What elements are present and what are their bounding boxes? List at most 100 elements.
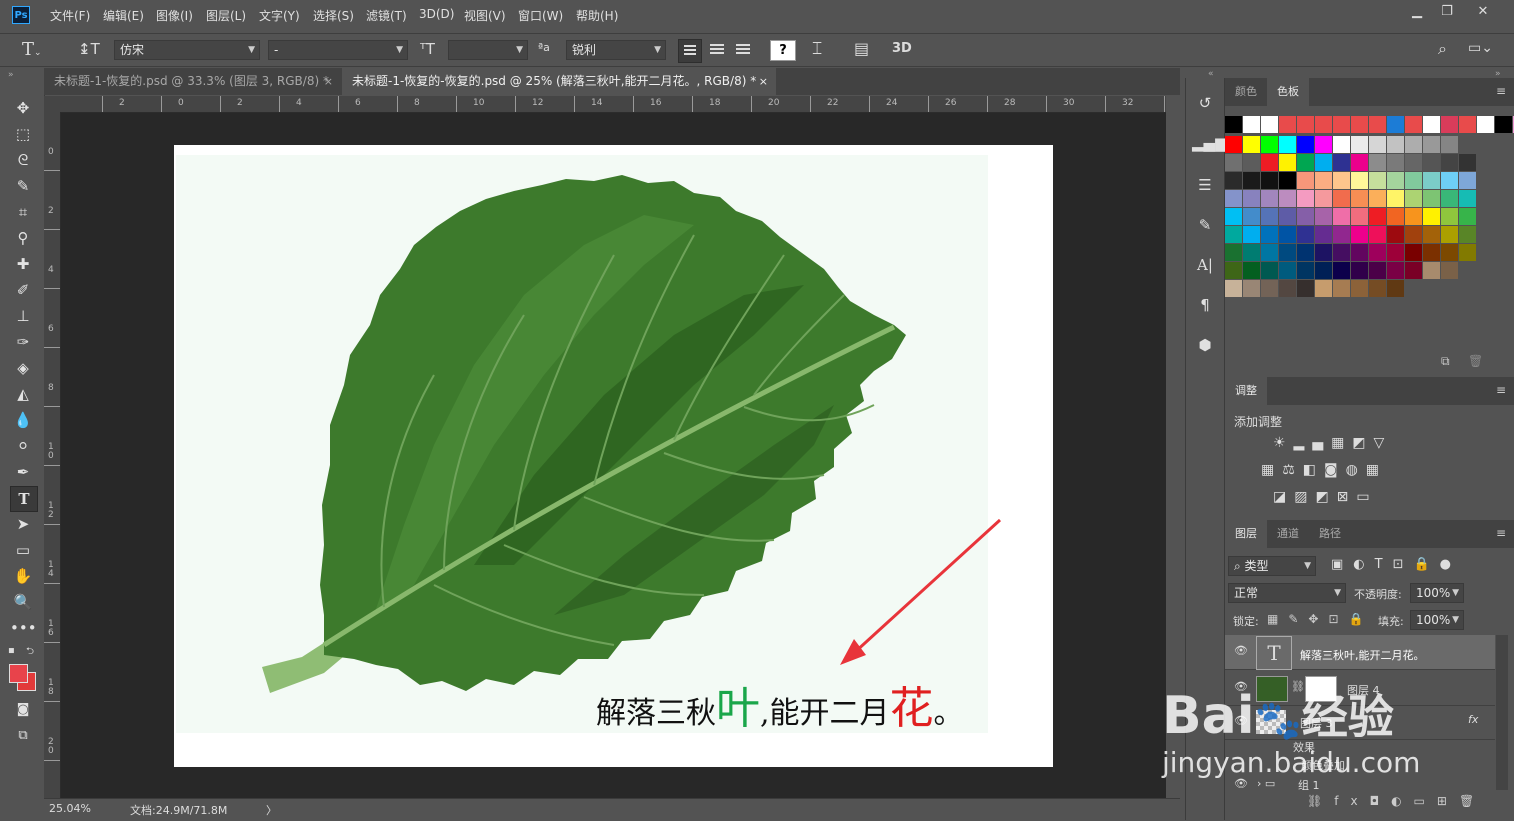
color-swatch[interactable] [1477, 116, 1494, 133]
color-swatch[interactable] [1351, 208, 1368, 225]
color-swatch[interactable] [1405, 116, 1422, 133]
color-swatch[interactable] [1297, 280, 1314, 297]
fill-input[interactable]: 100% ▼ [1410, 610, 1464, 630]
tab-document-2[interactable]: 未标题-1-恢复的-恢复的.psd @ 25% (解落三秋叶,能开二月花。, R… [342, 68, 776, 95]
color-swatch[interactable] [1315, 244, 1332, 261]
history-brush-tool-icon[interactable]: ✑ [10, 330, 36, 354]
layer-filter-icons[interactable]: ▣◐T⊡🔒● [1331, 557, 1461, 572]
font-family-select[interactable]: 仿宋 ▼ [114, 40, 260, 60]
tab-channels[interactable]: 通道 [1267, 520, 1309, 548]
color-swatch[interactable] [1423, 136, 1440, 153]
warp-text-icon[interactable]: ⌶ [812, 39, 822, 59]
color-swatch[interactable] [1369, 226, 1386, 243]
color-swatch[interactable] [1279, 262, 1296, 279]
menu-3d[interactable]: 3D(D) [419, 7, 454, 21]
character-panel-icon[interactable]: ▤ [854, 39, 869, 58]
color-swatch[interactable] [1387, 244, 1404, 261]
brush-settings-icon[interactable]: ✎ [1192, 212, 1218, 238]
color-swatch[interactable] [1387, 280, 1404, 297]
color-swatch[interactable] [1315, 280, 1332, 297]
tab-layers[interactable]: 图层 [1225, 520, 1267, 548]
quick-select-tool-icon[interactable]: ✎ [10, 174, 36, 198]
color-swatch[interactable] [1333, 136, 1350, 153]
color-swatch[interactable] [1333, 208, 1350, 225]
color-swatch[interactable] [1369, 244, 1386, 261]
layers-scrollbar[interactable] [1496, 635, 1508, 790]
paint-bucket-tool-icon[interactable]: ◭ [10, 382, 36, 406]
color-swatch[interactable] [1441, 172, 1458, 189]
color-swatch[interactable] [1297, 244, 1314, 261]
color-swatch[interactable] [1261, 280, 1278, 297]
tab-document-1[interactable]: 未标题-1-恢复的.psd @ 33.3% (图层 3, RGB/8) * × [44, 68, 341, 95]
restore-button[interactable]: ❐ [1434, 3, 1460, 21]
expand-toolbar-icon[interactable]: » [8, 70, 14, 80]
color-swatch[interactable] [1297, 262, 1314, 279]
new-group-icon[interactable]: ▭ [1414, 794, 1437, 808]
font-style-select[interactable]: - ▼ [268, 40, 408, 60]
color-swatch[interactable] [1333, 190, 1350, 207]
zoom-tool-icon[interactable]: 🔍 [10, 590, 36, 614]
close-button[interactable]: ✕ [1470, 3, 1496, 21]
path-selection-tool-icon[interactable]: ➤ [10, 512, 36, 536]
color-swatch[interactable] [1387, 208, 1404, 225]
color-swatch[interactable] [1459, 154, 1476, 171]
color-swatch[interactable] [1279, 280, 1296, 297]
menu-file[interactable]: 文件(F) [50, 7, 90, 24]
color-swatch[interactable] [1315, 226, 1332, 243]
color-swatch[interactable] [1297, 154, 1314, 171]
color-swatch[interactable] [1243, 136, 1260, 153]
minimize-button[interactable]: ▁ [1404, 3, 1430, 21]
color-swatch[interactable] [1441, 136, 1458, 153]
color-swatch[interactable] [1387, 172, 1404, 189]
default-colors-icon[interactable]: ◾ [8, 646, 15, 656]
color-swatch[interactable] [1369, 208, 1386, 225]
color-swatch[interactable] [1243, 208, 1260, 225]
color-swatch[interactable] [1315, 172, 1332, 189]
color-swatch[interactable] [1351, 136, 1368, 153]
text-color-swatch[interactable]: ? [770, 40, 796, 61]
color-swatch[interactable] [1423, 226, 1440, 243]
color-swatch[interactable] [1333, 116, 1350, 133]
color-swatch[interactable] [1387, 116, 1404, 133]
color-swatch[interactable] [1369, 154, 1386, 171]
color-swatch[interactable] [1297, 226, 1314, 243]
color-swatch[interactable] [1261, 262, 1278, 279]
color-swatch[interactable] [1423, 172, 1440, 189]
color-swatch[interactable] [1441, 208, 1458, 225]
menu-help[interactable]: 帮助(H) [576, 7, 618, 24]
histogram-panel-icon[interactable]: ▂▄▆ [1192, 130, 1227, 156]
menu-edit[interactable]: 编辑(E) [103, 7, 144, 24]
color-swatch[interactable] [1225, 226, 1242, 243]
panel-menu-icon[interactable]: ≡ [1496, 84, 1506, 98]
blur-tool-icon[interactable]: 💧 [10, 408, 36, 432]
foreground-color-swatch[interactable] [9, 664, 28, 683]
color-swatch[interactable] [1387, 262, 1404, 279]
color-swatch[interactable] [1333, 244, 1350, 261]
panel-menu-icon[interactable]: ≡ [1496, 383, 1506, 397]
color-swatch[interactable] [1225, 116, 1242, 133]
align-left-button[interactable] [678, 39, 702, 63]
paragraph-panel-icon[interactable]: ¶ [1192, 292, 1218, 318]
color-swatch[interactable] [1297, 190, 1314, 207]
color-swatch[interactable] [1279, 172, 1296, 189]
color-swatch[interactable] [1441, 154, 1458, 171]
color-swatch[interactable] [1351, 172, 1368, 189]
color-swatch[interactable] [1369, 116, 1386, 133]
color-swatch[interactable] [1333, 154, 1350, 171]
menu-type[interactable]: 文字(Y) [259, 7, 300, 24]
color-swatch[interactable] [1243, 280, 1260, 297]
add-style-icon[interactable]: fx [1334, 794, 1369, 808]
color-swatch[interactable] [1441, 244, 1458, 261]
color-swatch[interactable] [1405, 226, 1422, 243]
menu-select[interactable]: 选择(S) [313, 7, 354, 24]
color-swatch[interactable] [1405, 244, 1422, 261]
type-tool-icon[interactable]: T [10, 486, 38, 512]
color-swatch[interactable] [1423, 116, 1440, 133]
crop-tool-icon[interactable]: ⌗ [10, 200, 36, 224]
color-swatch[interactable] [1243, 244, 1260, 261]
menu-image[interactable]: 图像(I) [156, 7, 193, 24]
lasso-tool-icon[interactable]: ᘓ [10, 148, 36, 172]
more-tools-icon[interactable]: ••• [10, 616, 37, 640]
color-swatch[interactable] [1279, 244, 1296, 261]
color-swatch[interactable] [1279, 154, 1296, 171]
